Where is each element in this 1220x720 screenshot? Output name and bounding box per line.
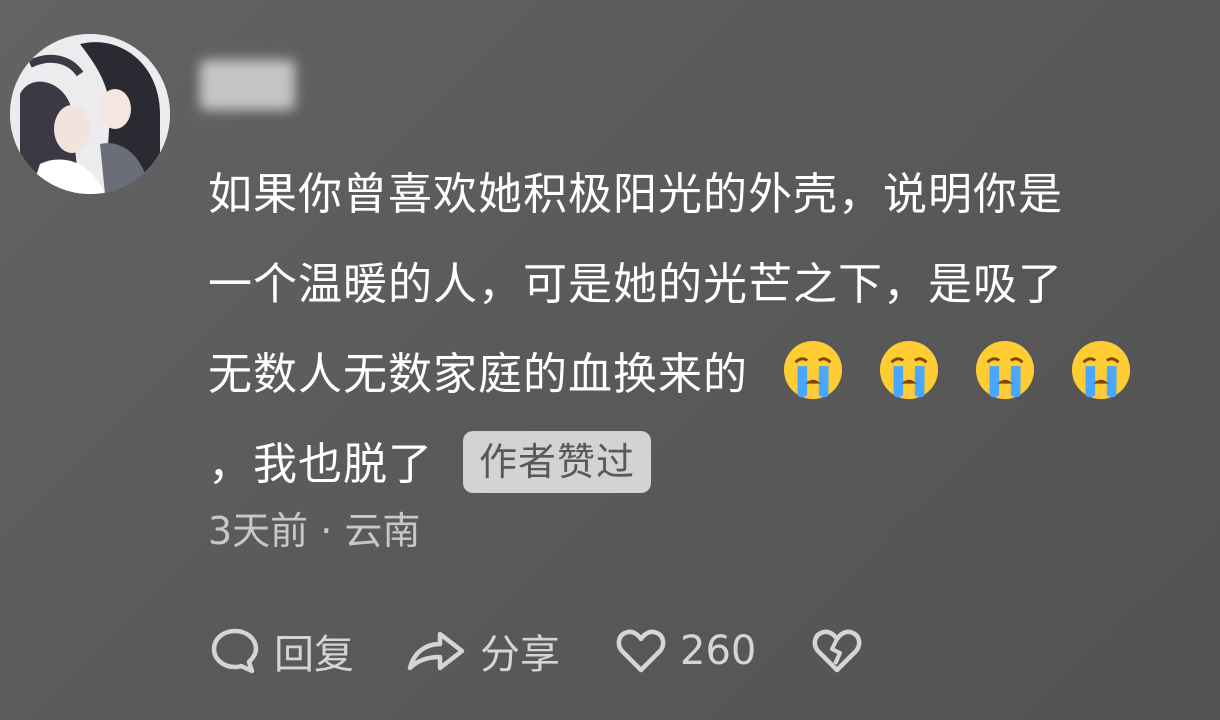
broken-heart-icon	[813, 629, 862, 673]
comment-meta: 3天前 · 云南	[208, 509, 421, 553]
comment-line: ，我也脱了 作者赞过	[208, 420, 1208, 510]
like-count: 260	[680, 628, 757, 674]
reply-label: 回复	[274, 632, 354, 678]
crying-face-icon	[1071, 340, 1131, 400]
username-redacted	[200, 60, 295, 110]
dislike-button[interactable]	[810, 624, 864, 678]
comment-line: 一个温暖的人，可是她的光芒之下，是吸了	[208, 259, 1063, 310]
comment-line-text: 无数人无数家庭的血换来的	[208, 349, 748, 400]
share-arrow-icon	[407, 631, 465, 671]
avatar[interactable]	[10, 34, 170, 194]
crying-face-icon	[783, 340, 843, 400]
avatar-image	[10, 34, 170, 194]
crying-face-icon	[975, 340, 1035, 400]
heart-icon	[616, 629, 666, 673]
author-liked-badge: 作者赞过	[463, 431, 652, 493]
comment-line: 如果你曾喜欢她积极阳光的外壳，说明你是	[208, 169, 1063, 220]
comment-actions: 回复 分享 260	[208, 620, 864, 682]
comment-line-text: ，我也脱了	[208, 439, 433, 490]
share-button[interactable]: 分享	[404, 622, 560, 680]
share-label: 分享	[480, 632, 560, 678]
reply-button[interactable]: 回复	[208, 622, 354, 680]
comment-bubble-icon	[211, 628, 259, 674]
like-button[interactable]: 260	[614, 624, 756, 678]
comment-line: 无数人无数家庭的血换来的	[208, 330, 1208, 420]
comment-text: 如果你曾喜欢她积极阳光的外壳，说明你是 一个温暖的人，可是她的光芒之下，是吸了 …	[208, 150, 1208, 510]
crying-face-icon	[879, 340, 939, 400]
